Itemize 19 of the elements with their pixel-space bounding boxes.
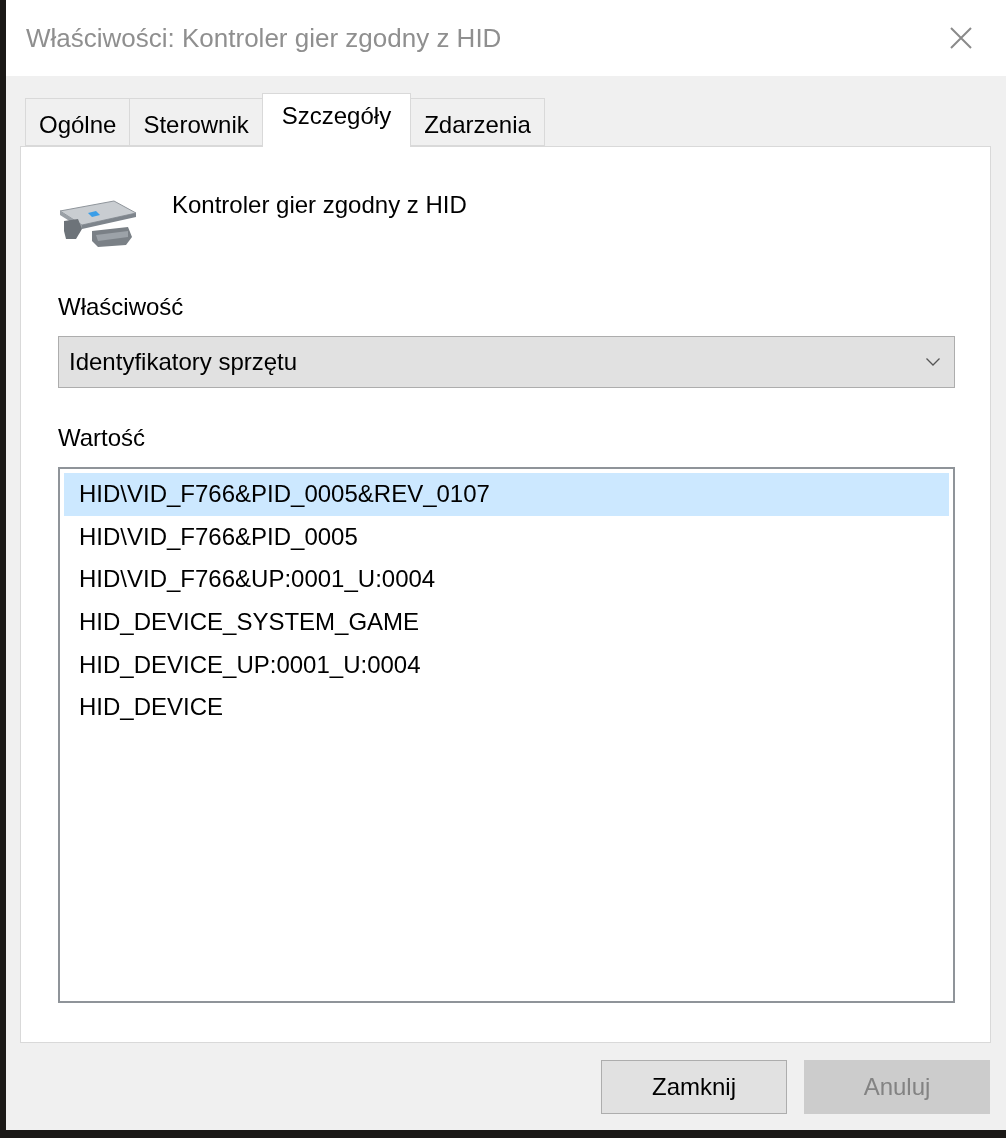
list-item[interactable]: HID\VID_F766&UP:0001_U:0004 bbox=[64, 558, 949, 601]
device-name: Kontroler gier zgodny z HID bbox=[172, 191, 467, 219]
chevron-down-icon bbox=[926, 358, 940, 366]
device-icon bbox=[58, 199, 138, 249]
property-label: Właściwość bbox=[58, 293, 185, 321]
close-icon[interactable] bbox=[950, 27, 972, 49]
window-title: Właściwości: Kontroler gier zgodny z HID bbox=[26, 22, 502, 54]
close-button[interactable]: Zamknij bbox=[601, 1060, 787, 1114]
tab[interactable]: Ogólne bbox=[25, 98, 131, 146]
list-item[interactable]: HID_DEVICE_UP:0001_U:0004 bbox=[64, 643, 949, 686]
list-item[interactable]: HID_DEVICE bbox=[64, 685, 949, 729]
property-dropdown[interactable]: Identyfikatory sprzętu bbox=[58, 336, 955, 388]
list-item[interactable]: HID_DEVICE_SYSTEM_GAME bbox=[64, 600, 949, 644]
tab[interactable]: Zdarzenia bbox=[410, 98, 545, 146]
tab[interactable]: Sterownik bbox=[129, 98, 263, 146]
list-item[interactable]: HID\VID_F766&PID_0005&REV_0107 bbox=[64, 473, 949, 516]
value-label: Wartość bbox=[58, 424, 147, 452]
list-item[interactable]: HID\VID_F766&PID_0005 bbox=[64, 515, 949, 559]
tab[interactable]: Szczegóły bbox=[261, 93, 412, 147]
